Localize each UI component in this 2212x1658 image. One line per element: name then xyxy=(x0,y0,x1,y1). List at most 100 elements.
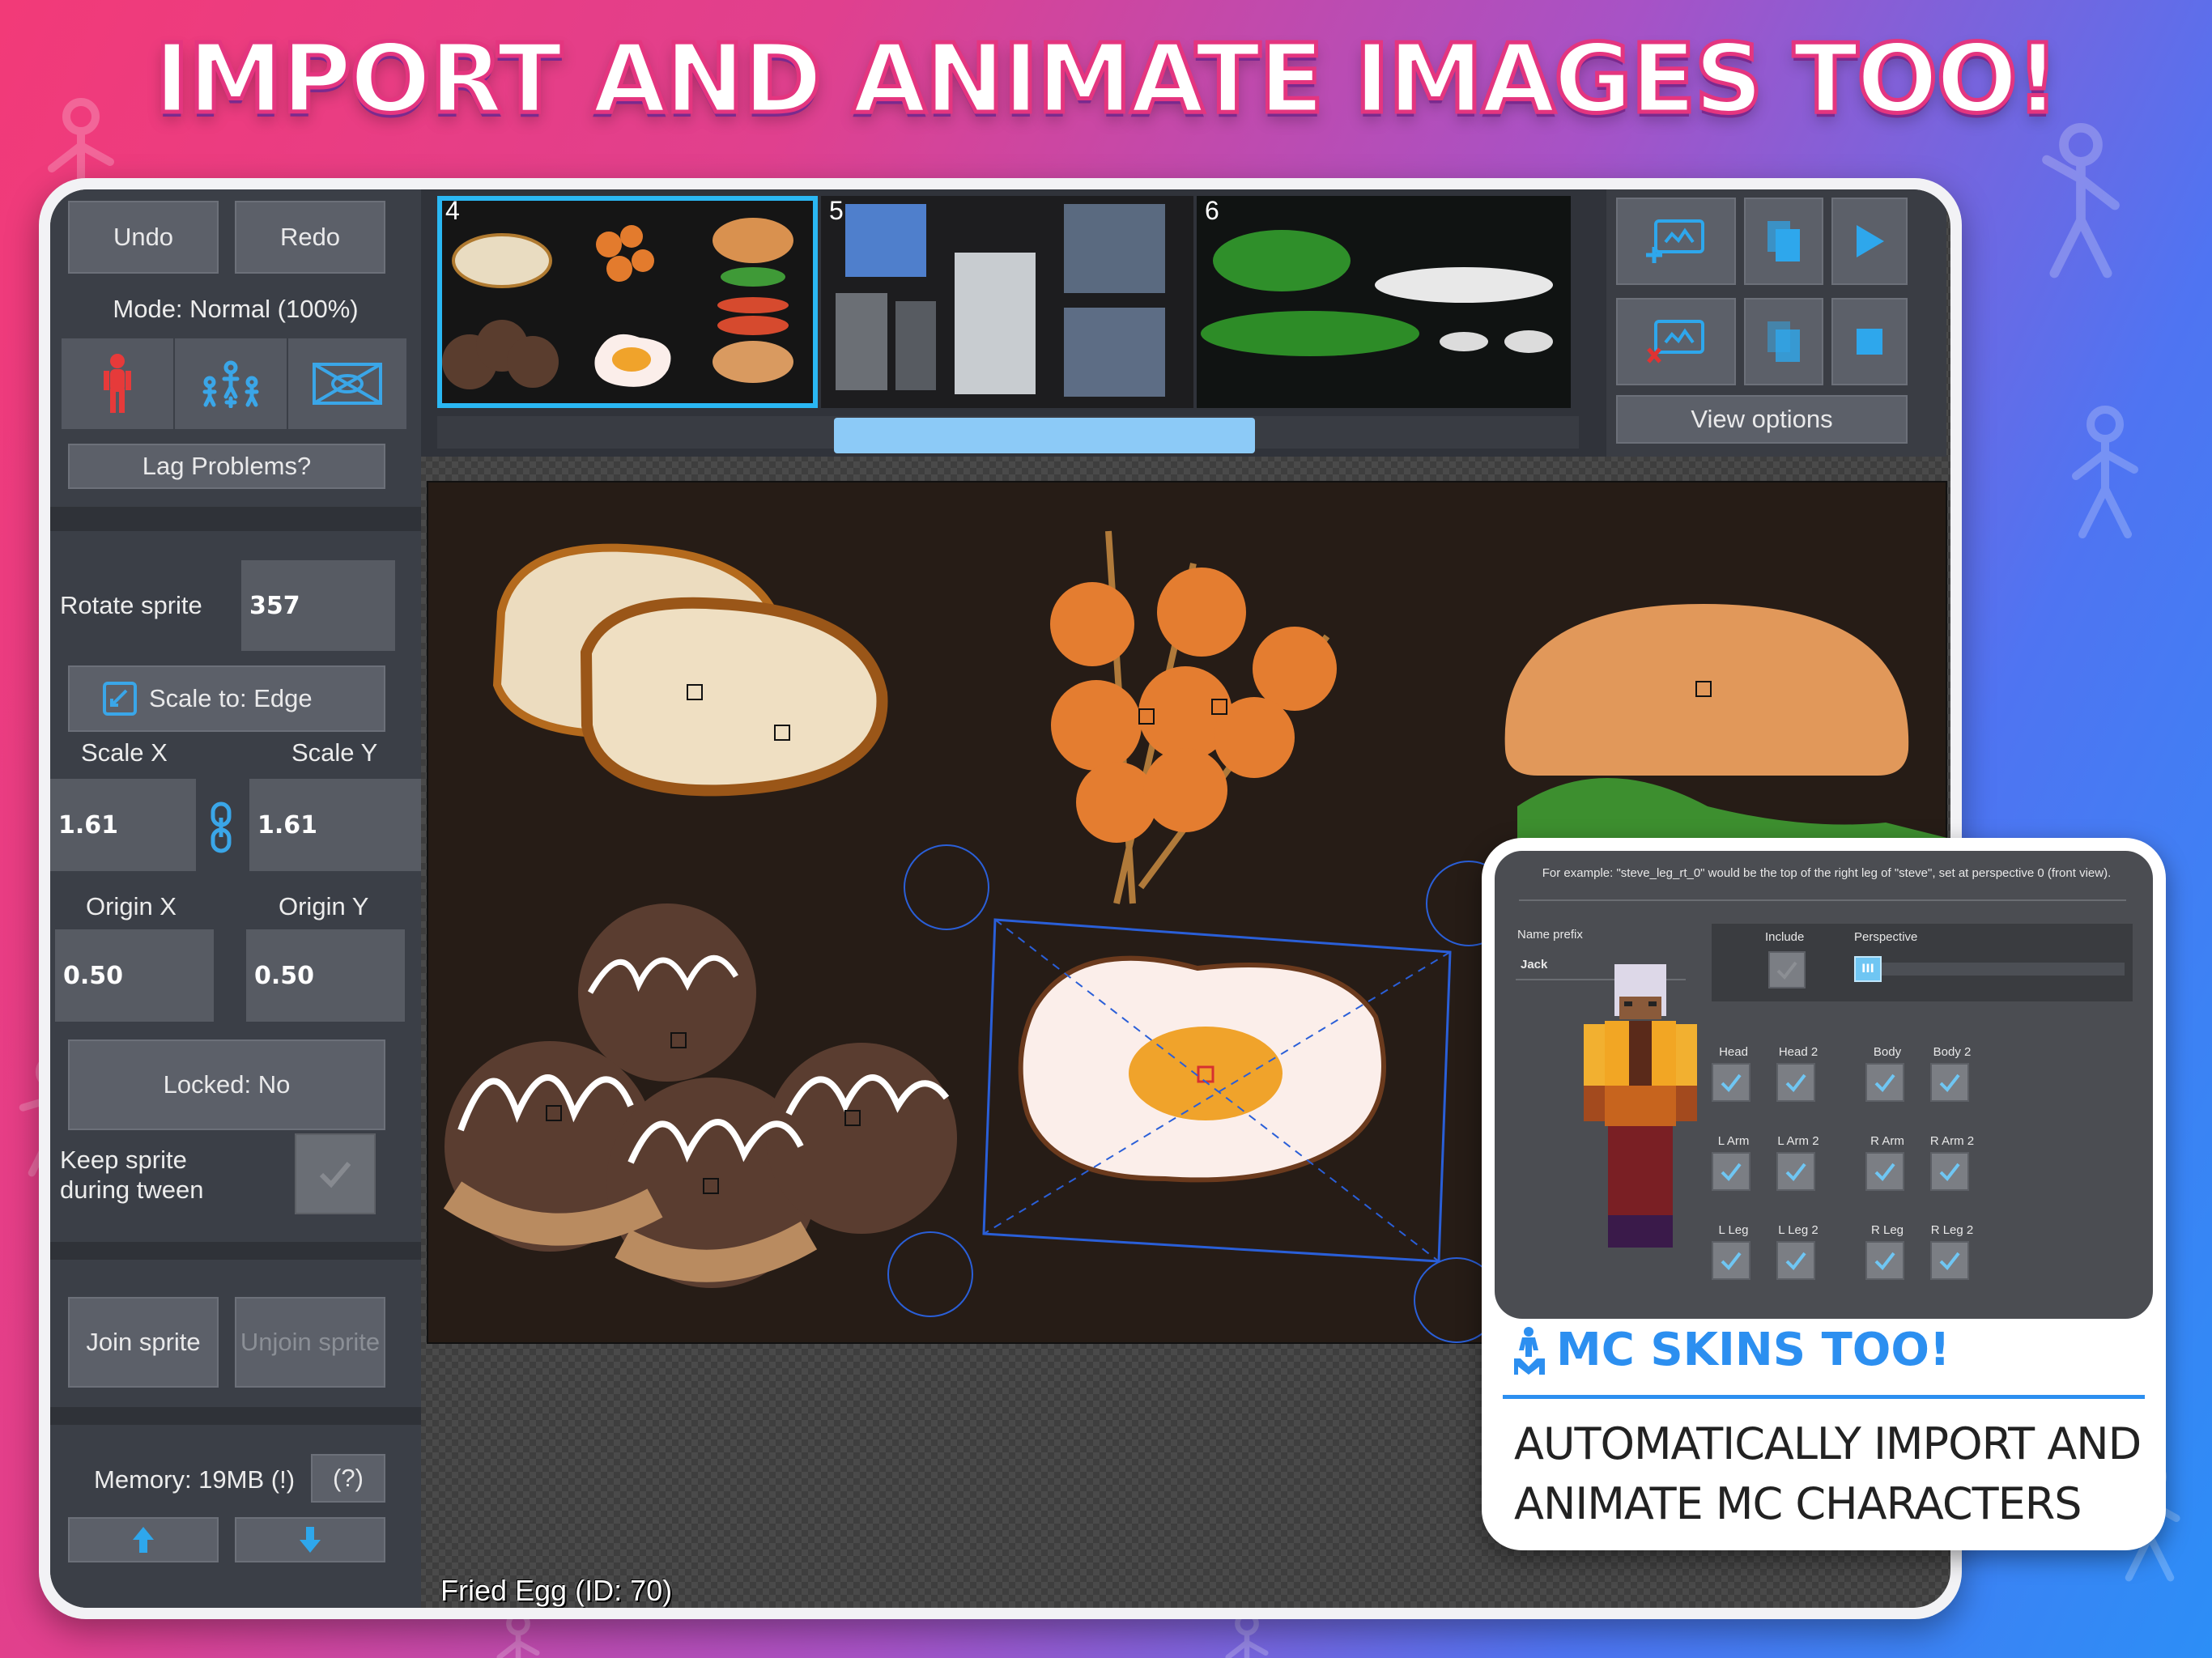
scale-to-edge-button[interactable]: Scale to: Edge xyxy=(68,665,385,732)
add-frame-icon xyxy=(1646,219,1704,263)
add-frame-button[interactable] xyxy=(1616,198,1736,285)
part-label: L Leg xyxy=(1718,1223,1749,1237)
scale-y-label: Scale Y xyxy=(291,738,378,767)
part-checkbox[interactable] xyxy=(1776,1241,1815,1280)
description-line1: AUTOMATICALLY IMPORT AND xyxy=(1514,1418,2142,1469)
mode-image-button[interactable] xyxy=(288,338,406,429)
part-checkbox[interactable] xyxy=(1712,1063,1750,1102)
section-divider xyxy=(50,507,421,531)
check-icon xyxy=(1721,1163,1742,1182)
check-icon xyxy=(1874,1073,1895,1093)
lag-problems-button[interactable]: Lag Problems? xyxy=(68,444,385,489)
section-divider xyxy=(50,1242,421,1260)
check-icon xyxy=(1939,1073,1960,1093)
skewer-sprite[interactable] xyxy=(1050,530,1337,904)
part-checkbox[interactable] xyxy=(1865,1152,1904,1191)
frame-scroll-thumb[interactable] xyxy=(834,418,1255,453)
mode-single-button[interactable] xyxy=(62,338,173,429)
chain-link-icon xyxy=(211,801,232,853)
options-box: Include Perspective III xyxy=(1712,924,2133,1001)
copy-icon xyxy=(1767,221,1800,261)
scale-to-edge-label: Scale to: Edge xyxy=(149,684,313,712)
delete-frame-icon xyxy=(1647,320,1704,363)
description-line2: ANIMATE MC CHARACTERS xyxy=(1514,1478,2082,1529)
part-label: Head xyxy=(1719,1045,1748,1059)
link-scale-toggle[interactable] xyxy=(209,801,233,857)
move-up-button[interactable] xyxy=(68,1517,219,1562)
undo-button[interactable]: Undo xyxy=(68,201,219,274)
bread-sprite[interactable] xyxy=(492,543,888,797)
mc-skins-title: MC SKINS TOO! xyxy=(1511,1324,1950,1376)
copy-frame-button[interactable] xyxy=(1744,198,1823,285)
origin-y-input[interactable]: 0.50 xyxy=(246,929,405,1022)
include-checkbox[interactable] xyxy=(1768,951,1806,988)
join-sprite-button[interactable]: Join sprite xyxy=(68,1297,219,1388)
memory-label: Memory: 19MB (!) xyxy=(94,1465,296,1494)
stop-button[interactable] xyxy=(1831,298,1908,385)
rotate-sprite-input[interactable]: 357 xyxy=(241,560,395,651)
stick-figure-icon xyxy=(2072,406,2138,538)
skin-import-dialog: For example: "steve_leg_rt_0" would be t… xyxy=(1495,851,2153,1319)
perspective-slider-track[interactable] xyxy=(1857,963,2125,976)
mc-skins-title-text: MC SKINS TOO! xyxy=(1556,1324,1950,1376)
part-checkbox[interactable] xyxy=(1930,1241,1969,1280)
part-checkbox[interactable] xyxy=(1930,1152,1969,1191)
check-icon xyxy=(1874,1252,1895,1271)
part-checkbox[interactable] xyxy=(1930,1063,1969,1102)
keep-sprite-checkbox[interactable] xyxy=(295,1133,376,1214)
handle-circle[interactable] xyxy=(904,844,989,930)
frame-thumbnail-4[interactable]: 4 xyxy=(437,196,818,408)
part-checkbox[interactable] xyxy=(1776,1152,1815,1191)
paste-icon xyxy=(1767,321,1800,362)
frame-number: 6 xyxy=(1205,196,1219,225)
delete-frame-button[interactable] xyxy=(1616,298,1736,385)
view-options-button[interactable]: View options xyxy=(1616,395,1908,444)
part-checkbox[interactable] xyxy=(1776,1063,1815,1102)
keep-sprite-line2: during tween xyxy=(60,1175,204,1204)
scale-y-input[interactable]: 1.61 xyxy=(249,779,421,871)
play-button[interactable] xyxy=(1831,198,1908,285)
divider xyxy=(1519,899,2126,901)
check-icon xyxy=(1776,961,1797,980)
part-checkbox[interactable] xyxy=(1712,1241,1750,1280)
mc-skins-card: For example: "steve_leg_rt_0" would be t… xyxy=(1482,838,2166,1550)
mc-character-preview xyxy=(1584,964,1697,1248)
group-figures-icon xyxy=(202,360,259,408)
memory-help-button[interactable]: (?) xyxy=(311,1454,385,1503)
check-icon xyxy=(1939,1163,1960,1182)
origin-x-label: Origin X xyxy=(86,892,177,920)
handle-circle[interactable] xyxy=(887,1231,973,1317)
check-icon xyxy=(1785,1163,1806,1182)
keep-sprite-line1: Keep sprite xyxy=(60,1146,187,1174)
part-label: R Leg 2 xyxy=(1930,1223,1974,1237)
mode-group-button[interactable] xyxy=(175,338,287,429)
locked-toggle-button[interactable]: Locked: No xyxy=(68,1039,385,1130)
check-icon xyxy=(1939,1252,1960,1271)
fried-egg-sprite[interactable] xyxy=(1018,955,1386,1183)
stick-figure-icon xyxy=(2042,122,2120,278)
check-icon xyxy=(1785,1073,1806,1093)
part-label: R Arm xyxy=(1870,1134,1904,1148)
part-checkbox[interactable] xyxy=(1865,1241,1904,1280)
move-down-button[interactable] xyxy=(235,1517,385,1562)
section-divider xyxy=(50,1407,421,1425)
takoyaki-sprite[interactable] xyxy=(443,903,957,1288)
frame-thumbnail-5[interactable]: 5 xyxy=(821,196,1193,408)
check-icon xyxy=(319,1162,351,1188)
part-checkbox[interactable] xyxy=(1865,1063,1904,1102)
example-text: For example: "steve_leg_rt_0" would be t… xyxy=(1542,866,2112,880)
rotate-sprite-label: Rotate sprite xyxy=(60,591,202,619)
unjoin-sprite-button[interactable]: Unjoin sprite xyxy=(235,1297,385,1388)
headline: IMPORT AND ANIMATE IMAGES TOO! xyxy=(152,21,2061,137)
scale-x-input[interactable]: 1.61 xyxy=(50,779,196,871)
paste-frame-button[interactable] xyxy=(1744,298,1823,385)
left-panel: Undo Redo Mode: Normal (100%) Lag Proble… xyxy=(50,189,421,1608)
redo-button[interactable]: Redo xyxy=(235,201,385,274)
perspective-slider-thumb[interactable]: III xyxy=(1854,956,1882,982)
name-prefix-label: Name prefix xyxy=(1517,928,1583,942)
frame-thumbnail-6[interactable]: 6 xyxy=(1197,196,1571,408)
part-checkbox[interactable] xyxy=(1712,1152,1750,1191)
food-thumbnail xyxy=(442,218,793,389)
origin-x-input[interactable]: 0.50 xyxy=(55,929,214,1022)
part-label: R Arm 2 xyxy=(1929,1134,1975,1148)
